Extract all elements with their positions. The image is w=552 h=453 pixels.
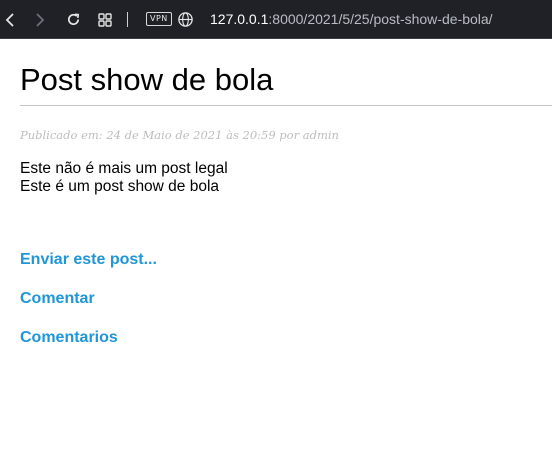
post-meta: Publicado em: 24 de Maio de 2021 às 20:5… xyxy=(20,128,339,142)
back-icon[interactable] xyxy=(0,0,20,39)
title-divider xyxy=(20,105,552,106)
post-body-line: Este não é mais um post legal xyxy=(20,160,228,177)
globe-icon[interactable] xyxy=(177,11,194,28)
forward-icon[interactable] xyxy=(30,0,50,39)
reload-icon[interactable] xyxy=(63,0,83,39)
post-title: Post show de bola xyxy=(20,62,274,97)
url-path: :8000/2021/5/25/post-show-de-bola/ xyxy=(268,11,493,27)
comments-link[interactable]: Comentarios xyxy=(20,329,118,347)
page-content: Post show de bola Publicado em: 24 de Ma… xyxy=(0,40,552,453)
tabs-grid-icon[interactable] xyxy=(95,0,115,39)
vpn-badge[interactable]: VPN xyxy=(146,12,172,26)
comment-link[interactable]: Comentar xyxy=(20,290,95,308)
share-post-link[interactable]: Enviar este post... xyxy=(20,251,157,269)
browser-toolbar: VPN 127.0.0.1:8000/2021/5/25/post-show-d… xyxy=(0,0,552,39)
url-host: 127.0.0.1 xyxy=(210,11,269,27)
post-body-line: Este é um post show de bola xyxy=(20,178,220,195)
toolbar-separator xyxy=(127,12,128,27)
address-bar[interactable]: 127.0.0.1:8000/2021/5/25/post-show-de-bo… xyxy=(210,10,493,28)
